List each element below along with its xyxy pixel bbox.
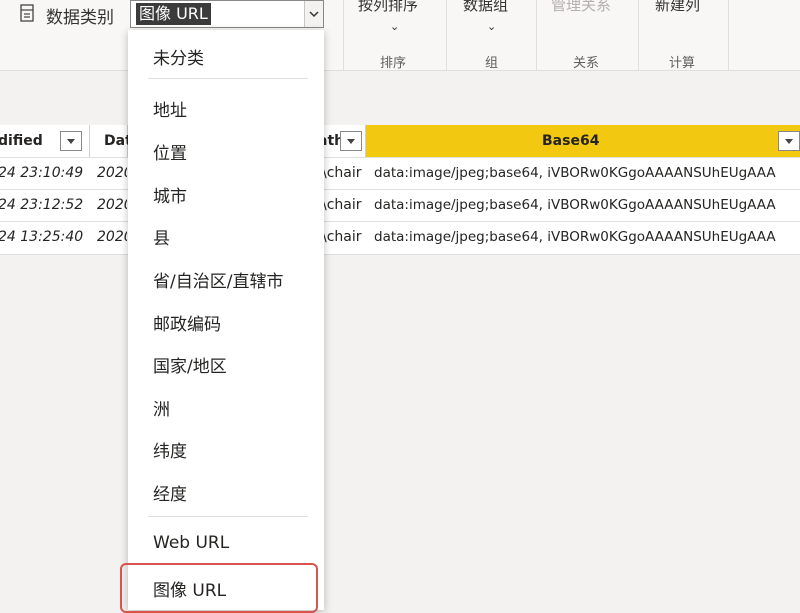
- category-option-longitude[interactable]: 经度: [153, 480, 187, 505]
- groups-group-label: 组: [485, 56, 499, 71]
- filter-dropdown-icon[interactable]: [60, 131, 82, 151]
- category-option-county[interactable]: 县: [153, 224, 170, 249]
- data-category-label: 数据类别: [46, 8, 114, 28]
- data-category-dropdown: 未分类 地址 位置 城市 县 省/自治区/直辖市 邮政编码 国家/地区 洲 纬度…: [128, 30, 324, 610]
- table-row[interactable]: 24 23:10:49 2020 \chair data:image/jpeg;…: [0, 157, 800, 190]
- category-option-country-region[interactable]: 国家/地区: [153, 352, 227, 377]
- divider: [148, 78, 308, 79]
- new-column-button[interactable]: 新建列: [655, 0, 700, 15]
- chevron-down-icon[interactable]: ⌄: [390, 20, 399, 33]
- divider: [148, 516, 308, 517]
- data-category-value: 图像 URL: [136, 3, 211, 25]
- filter-dropdown-icon[interactable]: [340, 131, 362, 151]
- sort-group-label: 排序: [380, 56, 407, 71]
- ribbon-divider: [728, 0, 800, 70]
- table-row[interactable]: 24 13:25:40 2020 \chair data:image/jpeg;…: [0, 221, 800, 255]
- groups-group: 数据组 ⌄ 组: [446, 0, 537, 71]
- selection-highlight: [120, 563, 318, 613]
- ribbon: 数据类别 图像 URL 按列排序 ⌄ 排序 数据组 ⌄ 组 管理关系 关系 新建…: [0, 0, 800, 71]
- category-option-city[interactable]: 城市: [153, 182, 187, 207]
- column-header-date-modified[interactable]: dified: [0, 125, 90, 157]
- table-row[interactable]: 24 23:12:52 2020 \chair data:image/jpeg;…: [0, 189, 800, 222]
- relationships-group: 管理关系 关系: [536, 0, 639, 71]
- data-table: dified Dat ath Base64 24 23:10:49 2020 \…: [0, 125, 800, 255]
- column-header-base64[interactable]: Base64: [366, 125, 800, 157]
- category-option-address[interactable]: 地址: [153, 96, 187, 121]
- filter-dropdown-icon[interactable]: [778, 131, 800, 151]
- category-option-web-url[interactable]: Web URL: [153, 533, 229, 553]
- sort-by-column-button[interactable]: 按列排序: [358, 0, 418, 15]
- data-category-icon: [20, 4, 34, 22]
- category-option-uncategorized[interactable]: 未分类: [153, 44, 204, 69]
- chevron-down-icon[interactable]: [304, 1, 323, 27]
- calculations-group: 新建列 计算: [638, 0, 729, 71]
- manage-relationships-button[interactable]: 管理关系: [551, 0, 611, 15]
- data-category-select[interactable]: 图像 URL: [130, 0, 324, 28]
- category-option-latitude[interactable]: 纬度: [153, 437, 187, 462]
- category-option-continent[interactable]: 洲: [153, 395, 170, 420]
- category-option-state-province[interactable]: 省/自治区/直辖市: [153, 267, 283, 292]
- category-option-place[interactable]: 位置: [153, 139, 187, 164]
- column-header-date[interactable]: Dat: [90, 125, 132, 157]
- sort-group: 按列排序 ⌄ 排序: [343, 0, 447, 71]
- calculations-group-label: 计算: [669, 56, 696, 71]
- relationships-group-label: 关系: [573, 56, 600, 71]
- chevron-down-icon[interactable]: ⌄: [487, 20, 496, 33]
- category-option-postal-code[interactable]: 邮政编码: [153, 310, 221, 335]
- data-groups-button[interactable]: 数据组: [463, 0, 508, 15]
